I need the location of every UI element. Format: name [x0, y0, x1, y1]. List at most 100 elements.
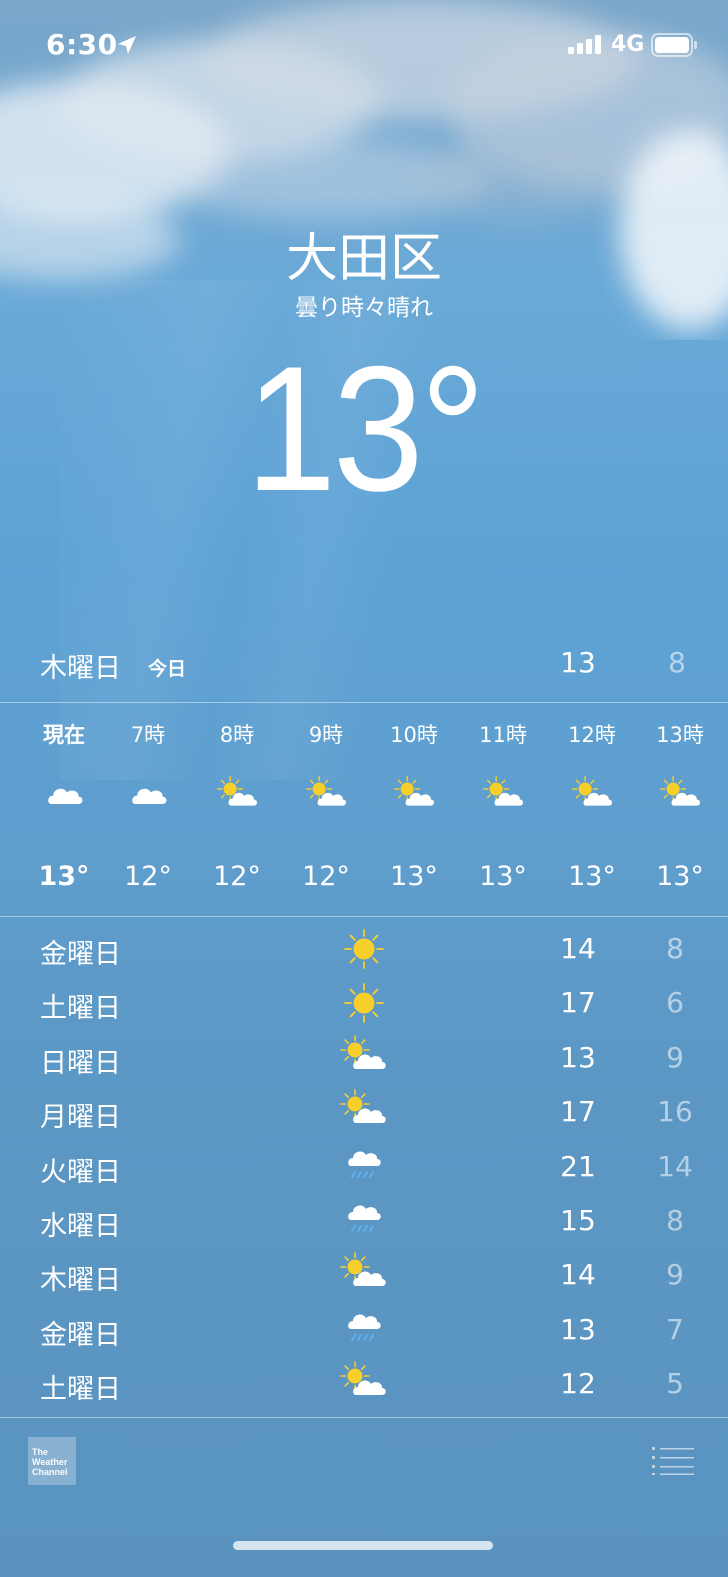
weather-channel-logo[interactable]: The Weather Channel: [28, 1437, 76, 1485]
hour-temperature: 12°: [124, 861, 172, 892]
hour-temperature: 12°: [302, 861, 350, 892]
rain-icon: [340, 1144, 388, 1190]
rain-icon: [340, 1198, 388, 1244]
weather-condition: 曇り時々晴れ: [295, 295, 433, 321]
daily-row: 金曜日 13 7: [0, 1303, 728, 1357]
home-indicator[interactable]: [233, 1541, 493, 1550]
hour-column: 13時 13°: [638, 705, 722, 915]
day-low: 7: [666, 1312, 684, 1346]
daily-row: 日曜日 13 9: [0, 1031, 728, 1085]
day-name: 土曜日: [40, 993, 121, 1025]
today-high: 13: [560, 646, 596, 679]
day-low: 8: [666, 1204, 684, 1237]
hour-label: 現在: [43, 723, 85, 747]
network-type: 4G: [611, 32, 645, 57]
hour-label: 9時: [308, 723, 344, 747]
today-low: 8: [668, 646, 686, 679]
day-low: 9: [666, 1040, 684, 1074]
sun-icon: [340, 926, 388, 972]
hour-label: 10時: [390, 723, 438, 747]
hour-column: 8時 12°: [195, 705, 279, 915]
today-day: 木曜日: [40, 653, 121, 684]
hour-temperature: 13°: [479, 861, 527, 892]
day-high: 13: [560, 1312, 596, 1346]
location-arrow-icon: [118, 36, 136, 54]
day-low: 9: [666, 1258, 684, 1292]
daily-row: 火曜日 21 14: [0, 1140, 728, 1194]
day-name: 金曜日: [40, 1319, 121, 1351]
hour-column: 10時 13°: [372, 705, 456, 915]
sun-icon: [340, 980, 388, 1026]
signal-icon: [568, 35, 601, 54]
daily-row: 木曜日 14 9: [0, 1248, 728, 1302]
partly-sunny-icon: [340, 1089, 388, 1135]
day-low: 6: [666, 986, 684, 1020]
hour-column: 12時 13°: [550, 705, 634, 915]
daily-row: 土曜日 17 6: [0, 976, 728, 1030]
day-high: 17: [560, 986, 596, 1020]
today-row: 木曜日 今日 13 8: [0, 636, 728, 692]
day-low: 5: [666, 1367, 684, 1401]
day-high: 14: [560, 932, 596, 965]
cloud-icon: [128, 775, 170, 817]
partly-sunny-icon: [394, 775, 436, 817]
day-name: 日曜日: [40, 1047, 121, 1079]
cloud-icon: [44, 775, 86, 817]
partly-sunny-icon: [572, 775, 614, 817]
hour-temperature: 12°: [213, 861, 261, 892]
hour-temperature: 13°: [38, 861, 90, 892]
partly-sunny-icon: [340, 1361, 388, 1407]
partly-sunny-icon: [306, 775, 348, 817]
hour-label: 12時: [568, 723, 616, 747]
rain-icon: [340, 1307, 388, 1353]
day-high: 12: [560, 1367, 596, 1401]
day-high: 15: [560, 1204, 596, 1237]
hour-label: 13時: [656, 723, 704, 747]
hour-temperature: 13°: [390, 861, 438, 892]
partly-sunny-icon: [340, 1252, 388, 1298]
partly-sunny-icon: [483, 775, 525, 817]
daily-row: 月曜日 17 16: [0, 1085, 728, 1139]
hour-column: 9時 12°: [284, 705, 368, 915]
divider-top: [0, 702, 728, 703]
day-name: 月曜日: [40, 1102, 121, 1134]
day-low: 14: [657, 1149, 693, 1183]
day-name: 木曜日: [40, 1265, 121, 1297]
status-bar: 6:30 4G: [0, 0, 728, 90]
daily-row: 土曜日 12 5: [0, 1357, 728, 1411]
hour-column: 11時 13°: [461, 705, 545, 915]
hourly-forecast[interactable]: 現在 13° 7時 12° 8時 12° 9時 12° 10時 13° 11時 13° 12時 …: [0, 705, 728, 915]
divider-middle: [0, 916, 728, 917]
hour-temperature: 13°: [656, 861, 704, 892]
today-tag: 今日: [148, 658, 187, 680]
day-name: 土曜日: [40, 1374, 121, 1406]
day-low: 16: [657, 1095, 693, 1129]
divider-bottom: [0, 1417, 728, 1418]
day-name: 水曜日: [40, 1211, 121, 1242]
status-time: 6:30: [46, 28, 118, 61]
hour-label: 7時: [130, 723, 166, 747]
current-temperature: 13°: [0, 340, 728, 518]
battery-icon: [651, 33, 697, 57]
partly-sunny-icon: [660, 775, 702, 817]
city-name: 大田区: [285, 229, 442, 289]
day-high: 14: [560, 1258, 596, 1292]
hour-label: 11時: [479, 723, 527, 747]
day-high: 13: [560, 1040, 596, 1074]
hour-label: 8時: [219, 723, 255, 747]
partly-sunny-icon: [217, 775, 259, 817]
partly-sunny-icon: [340, 1034, 388, 1081]
weather-screen: 6:30 4G 大田区 曇り時々晴れ 13° 木曜日 今日 13 8 現在 13°…: [0, 0, 728, 1577]
daily-row: 水曜日 15 8: [0, 1194, 728, 1248]
day-name: 金曜日: [40, 939, 121, 970]
daily-row: 金曜日 14 8: [0, 922, 728, 976]
current-temperature-value: 13°: [245, 329, 486, 528]
day-low: 8: [666, 932, 684, 965]
city-list-icon[interactable]: [650, 1444, 696, 1476]
hour-column: 7時 12°: [106, 705, 190, 915]
day-high: 21: [560, 1149, 596, 1183]
hour-temperature: 13°: [568, 861, 616, 892]
hour-column: 現在 13°: [22, 705, 106, 915]
day-name: 火曜日: [40, 1156, 121, 1188]
day-high: 17: [560, 1095, 596, 1129]
